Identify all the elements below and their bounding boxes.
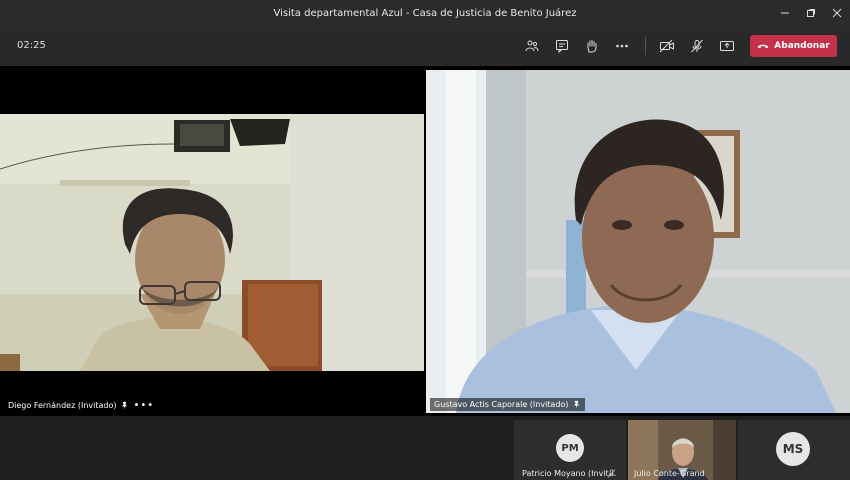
maximize-icon[interactable]	[798, 0, 824, 26]
participant-name-tag-left: Diego Fernández (Invitado) •••	[8, 400, 154, 411]
participant-tile[interactable]: PM Patricio Moyano (Invit...	[514, 420, 626, 480]
window-title: Visita departamental Azul - Casa de Just…	[273, 7, 577, 19]
participant-tile-name: Patricio Moyano (Invit...	[522, 469, 617, 478]
participant-name-tag-right: Gustavo Actis Caporale (Invitado)	[430, 398, 586, 411]
participant-video-frame	[426, 70, 850, 413]
avatar: PM	[556, 434, 584, 462]
mic-off-icon[interactable]	[687, 36, 707, 56]
close-icon[interactable]	[824, 0, 850, 26]
participant-name: Gustavo Actis Caporale (Invitado)	[434, 400, 569, 409]
pin-icon	[122, 401, 128, 410]
leave-button-label: Abandonar	[774, 41, 830, 51]
mic-off-icon	[607, 469, 616, 478]
avatar: MS	[776, 432, 810, 466]
window-titlebar: Visita departamental Azul - Casa de Just…	[0, 0, 850, 26]
participant-video-frame	[0, 114, 424, 371]
meeting-toolbar: 02:25 Abandonar	[0, 26, 850, 66]
participant-tile[interactable]: Julio Conte-Grand	[628, 420, 736, 480]
hang-up-icon	[758, 44, 769, 48]
participants-icon[interactable]	[522, 36, 542, 56]
raise-hand-icon[interactable]	[582, 36, 602, 56]
participant-video-left[interactable]	[0, 114, 424, 371]
more-options-icon[interactable]: •••	[133, 400, 154, 411]
participant-tile-name: Julio Conte-Grand	[634, 469, 705, 478]
participant-video-right[interactable]	[426, 70, 850, 413]
more-options-icon[interactable]	[612, 36, 632, 56]
window-controls	[772, 0, 850, 26]
leave-button[interactable]: Abandonar	[750, 35, 837, 57]
meeting-timer: 02:25	[17, 40, 46, 51]
chat-icon[interactable]	[552, 36, 572, 56]
minimize-icon[interactable]	[772, 0, 798, 26]
share-screen-icon[interactable]	[717, 36, 737, 56]
pin-icon	[574, 400, 580, 409]
participant-tile[interactable]: MS	[738, 420, 850, 480]
camera-off-icon[interactable]	[657, 36, 677, 56]
participant-name: Diego Fernández (Invitado)	[8, 401, 117, 410]
toolbar-divider	[645, 37, 646, 55]
